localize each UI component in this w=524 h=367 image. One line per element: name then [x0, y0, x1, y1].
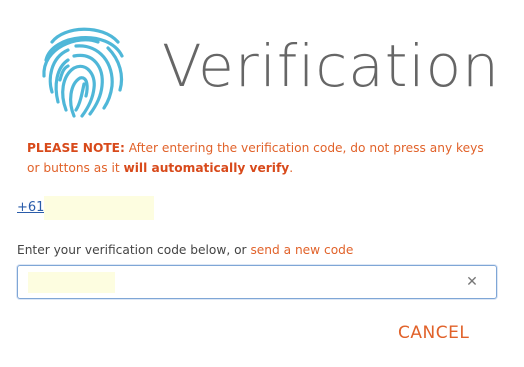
page-title: Verification	[162, 32, 500, 100]
fingerprint-icon	[42, 27, 124, 118]
note-emphasis: will automatically verify	[123, 161, 290, 175]
header: Verification	[0, 0, 524, 130]
phone-number-redaction	[44, 196, 154, 220]
instructions-text: Enter your verification code below, or	[17, 243, 251, 257]
verification-code-input[interactable]: ✕	[17, 265, 497, 299]
code-instructions: Enter your verification code below, or s…	[17, 243, 353, 257]
note-prefix: PLEASE NOTE:	[27, 141, 125, 155]
verification-note: PLEASE NOTE: After entering the verifica…	[27, 138, 497, 178]
note-suffix: .	[289, 161, 294, 175]
cancel-button[interactable]: CANCEL	[398, 323, 469, 343]
close-icon[interactable]: ✕	[465, 275, 479, 289]
code-value-redaction	[28, 272, 115, 293]
phone-number-link[interactable]: +61	[17, 200, 44, 215]
send-new-code-link[interactable]: send a new code	[250, 243, 353, 257]
